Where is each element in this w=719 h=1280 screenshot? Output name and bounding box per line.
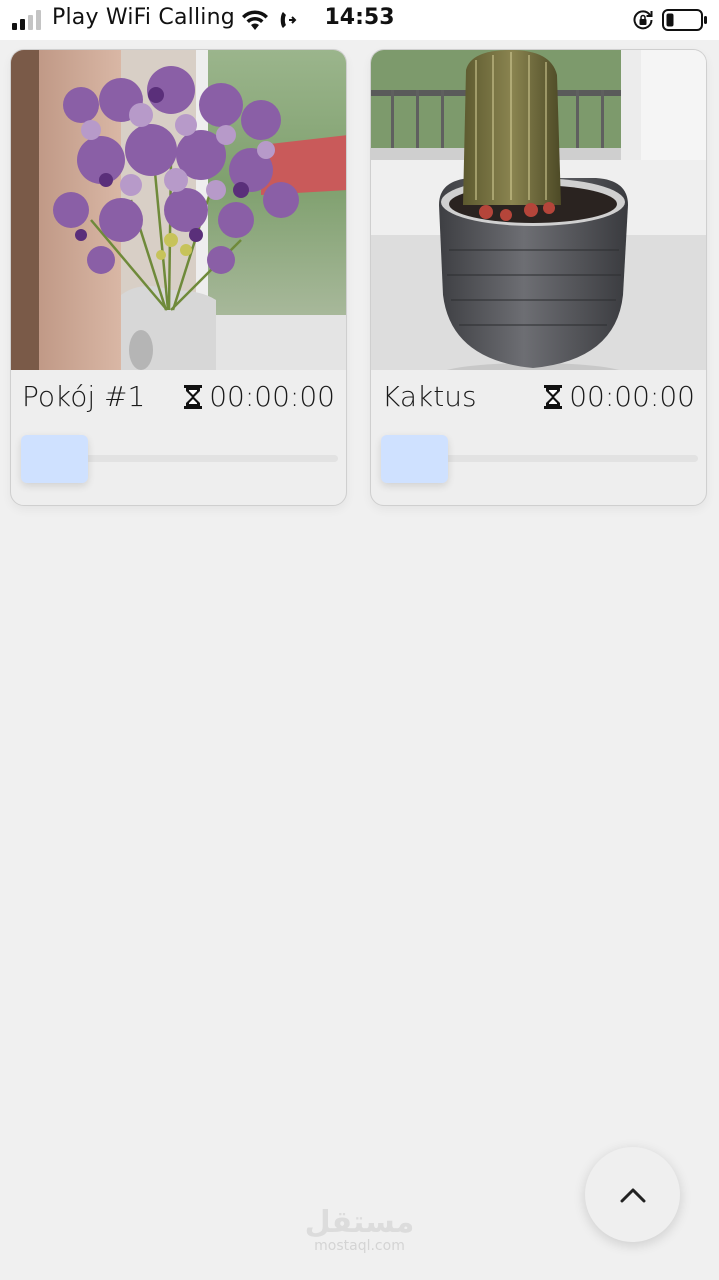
- hourglass-icon: [184, 384, 203, 409]
- hourglass-icon: [544, 384, 563, 409]
- slider-thumb[interactable]: [21, 435, 88, 483]
- timer-value: 00:00:00: [569, 380, 695, 413]
- plant-card-kaktus[interactable]: Kaktus 00:00:00: [370, 49, 707, 506]
- flower-bouquet-photo: [11, 50, 346, 370]
- plant-timer: 00:00:00: [543, 380, 695, 413]
- battery-icon: [662, 9, 707, 31]
- timer-value: 00:00:00: [209, 380, 335, 413]
- plant-name: Pokój #1: [22, 380, 146, 413]
- clock-time: 14:53: [324, 5, 395, 30]
- plant-timer: 00:00:00: [183, 380, 335, 413]
- slider-thumb[interactable]: [381, 435, 448, 483]
- watermark-logo: مستقل: [304, 1205, 415, 1240]
- cactus-pot-photo: [371, 50, 706, 370]
- chevron-up-icon: [620, 1188, 645, 1202]
- watermark-url: mostaql.com: [314, 1238, 405, 1254]
- plant-name: Kaktus: [382, 380, 477, 413]
- rotation-lock-icon: [633, 10, 653, 30]
- status-bar: Play WiFi Calling 14:53: [0, 0, 719, 40]
- plant-card-pokoj[interactable]: Pokój #1 00:00:00: [10, 49, 347, 506]
- watering-slider[interactable]: [381, 433, 698, 483]
- watering-slider[interactable]: [21, 433, 338, 483]
